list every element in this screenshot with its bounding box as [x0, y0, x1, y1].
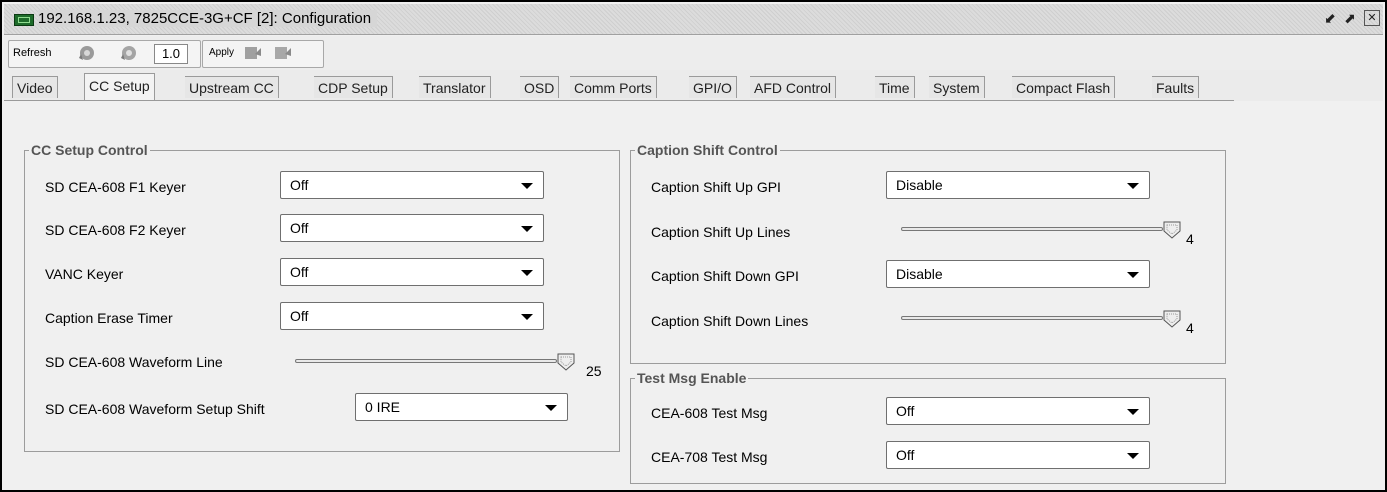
tab-upstream-cc[interactable]: Upstream CC — [185, 76, 279, 98]
f1-keyer-select[interactable]: Off — [280, 171, 544, 199]
cea708-test-value: Off — [896, 447, 915, 463]
zoom-value[interactable]: 1.0 — [154, 44, 188, 64]
erase-timer-select[interactable]: Off — [280, 302, 544, 330]
close-icon[interactable]: ✕ — [1364, 10, 1380, 26]
chevron-down-icon — [1127, 453, 1139, 459]
shift-down-gpi-select[interactable]: Disable — [886, 260, 1150, 288]
shift-down-lines-value: 4 — [1186, 320, 1194, 336]
refresh-button[interactable]: Refresh — [13, 47, 52, 59]
erase-timer-label: Caption Erase Timer — [45, 310, 173, 326]
cea608-test-value: Off — [896, 403, 915, 419]
waveform-line-label: SD CEA-608 Waveform Line — [45, 354, 223, 370]
slider-thumb[interactable] — [1163, 310, 1181, 328]
shift-down-lines-slider[interactable] — [901, 310, 1191, 328]
apply-icon[interactable] — [243, 44, 263, 62]
slider-thumb[interactable] — [1163, 221, 1181, 239]
tab-video[interactable]: Video — [12, 76, 58, 98]
tab-system[interactable]: System — [929, 76, 985, 98]
chevron-down-icon — [521, 270, 533, 276]
tab-cdp-setup[interactable]: CDP Setup — [314, 76, 393, 98]
waveform-line-value: 25 — [586, 363, 602, 379]
tab-comm-ports[interactable]: Comm Ports — [570, 76, 657, 98]
waveform-shift-label: SD CEA-608 Waveform Setup Shift — [45, 401, 265, 417]
shift-down-lines-label: Caption Shift Down Lines — [651, 313, 809, 329]
restore-icon[interactable]: ⬋ — [1322, 10, 1338, 26]
shift-up-gpi-value: Disable — [896, 177, 943, 193]
caption-shift-title: Caption Shift Control — [635, 142, 780, 158]
refresh-group: Refresh 1.0 — [8, 40, 201, 68]
test-msg-group: Test Msg Enable CEA-608 Test Msg Off CEA… — [630, 370, 1226, 484]
tab-compact-flash[interactable]: Compact Flash — [1012, 76, 1116, 98]
configuration-window: 192.168.1.23, 7825CCE-3G+CF [2]: Configu… — [0, 0, 1387, 492]
cc-setup-group: CC Setup Control SD CEA-608 F1 Keyer Off… — [24, 142, 620, 452]
tab-afd-control[interactable]: AFD Control — [750, 76, 837, 98]
test-msg-title: Test Msg Enable — [635, 370, 749, 386]
title-bar[interactable]: 192.168.1.23, 7825CCE-3G+CF [2]: Configu… — [4, 4, 1383, 35]
tab-divider — [4, 100, 1234, 101]
vanc-keyer-label: VANC Keyer — [45, 266, 124, 282]
tab-translator[interactable]: Translator — [419, 76, 491, 98]
window-title: 192.168.1.23, 7825CCE-3G+CF [2]: Configu… — [38, 10, 378, 27]
chevron-down-icon — [1127, 183, 1139, 189]
maximize-icon[interactable]: ⬈ — [1342, 10, 1358, 26]
shift-up-gpi-select[interactable]: Disable — [886, 171, 1150, 199]
f1-keyer-value: Off — [290, 177, 309, 193]
toolbar: Refresh 1.0 Apply — [4, 36, 1383, 71]
shift-down-gpi-label: Caption Shift Down GPI — [651, 268, 799, 284]
cea608-test-select[interactable]: Off — [886, 397, 1150, 425]
tab-bar: Video CC Setup Upstream CC CDP Setup Tra… — [4, 70, 1383, 101]
slider-track — [295, 359, 557, 363]
tab-time[interactable]: Time — [875, 76, 915, 98]
shift-up-lines-value: 4 — [1186, 231, 1194, 247]
chevron-down-icon — [521, 183, 533, 189]
f2-keyer-select[interactable]: Off — [280, 214, 544, 242]
cea708-test-select[interactable]: Off — [886, 441, 1150, 469]
shift-up-lines-label: Caption Shift Up Lines — [651, 224, 791, 240]
refresh-gear-icon[interactable] — [77, 44, 97, 62]
shift-up-lines-slider[interactable] — [901, 221, 1191, 239]
waveform-line-slider[interactable] — [295, 353, 585, 371]
apply-all-icon[interactable] — [273, 44, 293, 62]
slider-track — [901, 316, 1163, 320]
device-icon — [14, 14, 34, 26]
erase-timer-value: Off — [290, 308, 309, 324]
waveform-shift-value: 0 IRE — [365, 399, 401, 415]
f2-keyer-label: SD CEA-608 F2 Keyer — [45, 222, 186, 238]
vanc-keyer-select[interactable]: Off — [280, 258, 544, 286]
slider-track — [901, 227, 1163, 231]
cea708-test-label: CEA-708 Test Msg — [651, 449, 768, 465]
chevron-down-icon — [1127, 272, 1139, 278]
vanc-keyer-value: Off — [290, 264, 309, 280]
tab-osd[interactable]: OSD — [520, 76, 560, 98]
chevron-down-icon — [1127, 409, 1139, 415]
cc-setup-title: CC Setup Control — [29, 142, 150, 158]
apply-button[interactable]: Apply — [209, 47, 234, 58]
shift-down-gpi-value: Disable — [896, 266, 943, 282]
slider-thumb[interactable] — [557, 353, 575, 371]
caption-shift-group: Caption Shift Control Caption Shift Up G… — [630, 142, 1226, 364]
tab-gpio[interactable]: GPI/O — [689, 76, 737, 98]
tab-cc-setup[interactable]: CC Setup — [84, 73, 155, 100]
chevron-down-icon — [545, 405, 557, 411]
waveform-shift-select[interactable]: 0 IRE — [355, 393, 568, 421]
chevron-down-icon — [521, 314, 533, 320]
shift-up-gpi-label: Caption Shift Up GPI — [651, 179, 781, 195]
refresh-all-gear-icon[interactable] — [119, 44, 139, 62]
tab-faults[interactable]: Faults — [1152, 76, 1200, 98]
f2-keyer-value: Off — [290, 220, 309, 236]
f1-keyer-label: SD CEA-608 F1 Keyer — [45, 179, 186, 195]
cea608-test-label: CEA-608 Test Msg — [651, 405, 768, 421]
apply-group: Apply — [202, 40, 324, 68]
chevron-down-icon — [521, 226, 533, 232]
